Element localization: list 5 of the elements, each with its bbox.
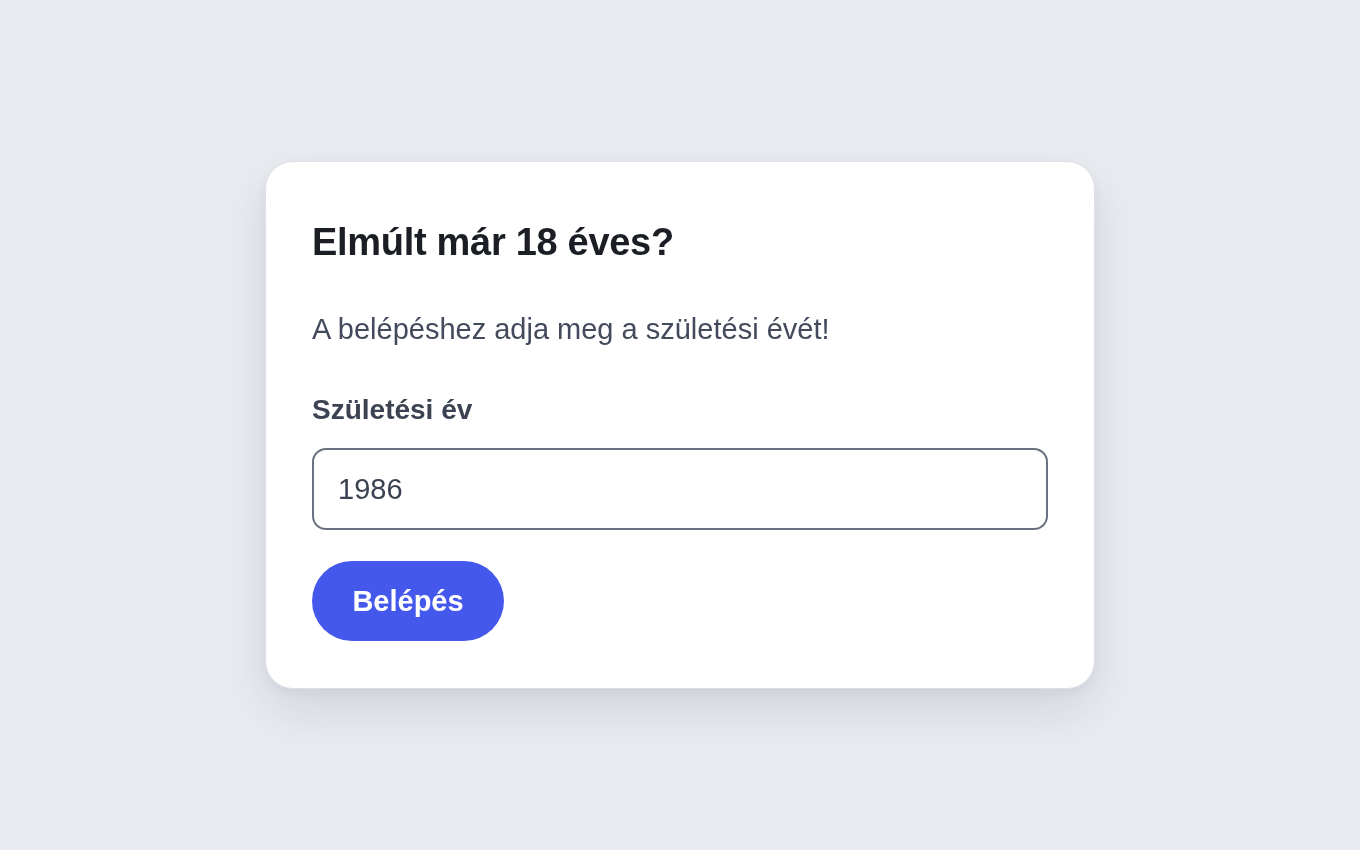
- dialog-title: Elmúlt már 18 éves?: [312, 220, 674, 264]
- prompt-text: A belépéshez adja meg a születési évét!: [312, 312, 830, 347]
- field-label: Születési év: [312, 393, 473, 427]
- birth-year-input[interactable]: 1986: [312, 448, 1048, 530]
- enter-button[interactable]: Belépés: [312, 561, 504, 641]
